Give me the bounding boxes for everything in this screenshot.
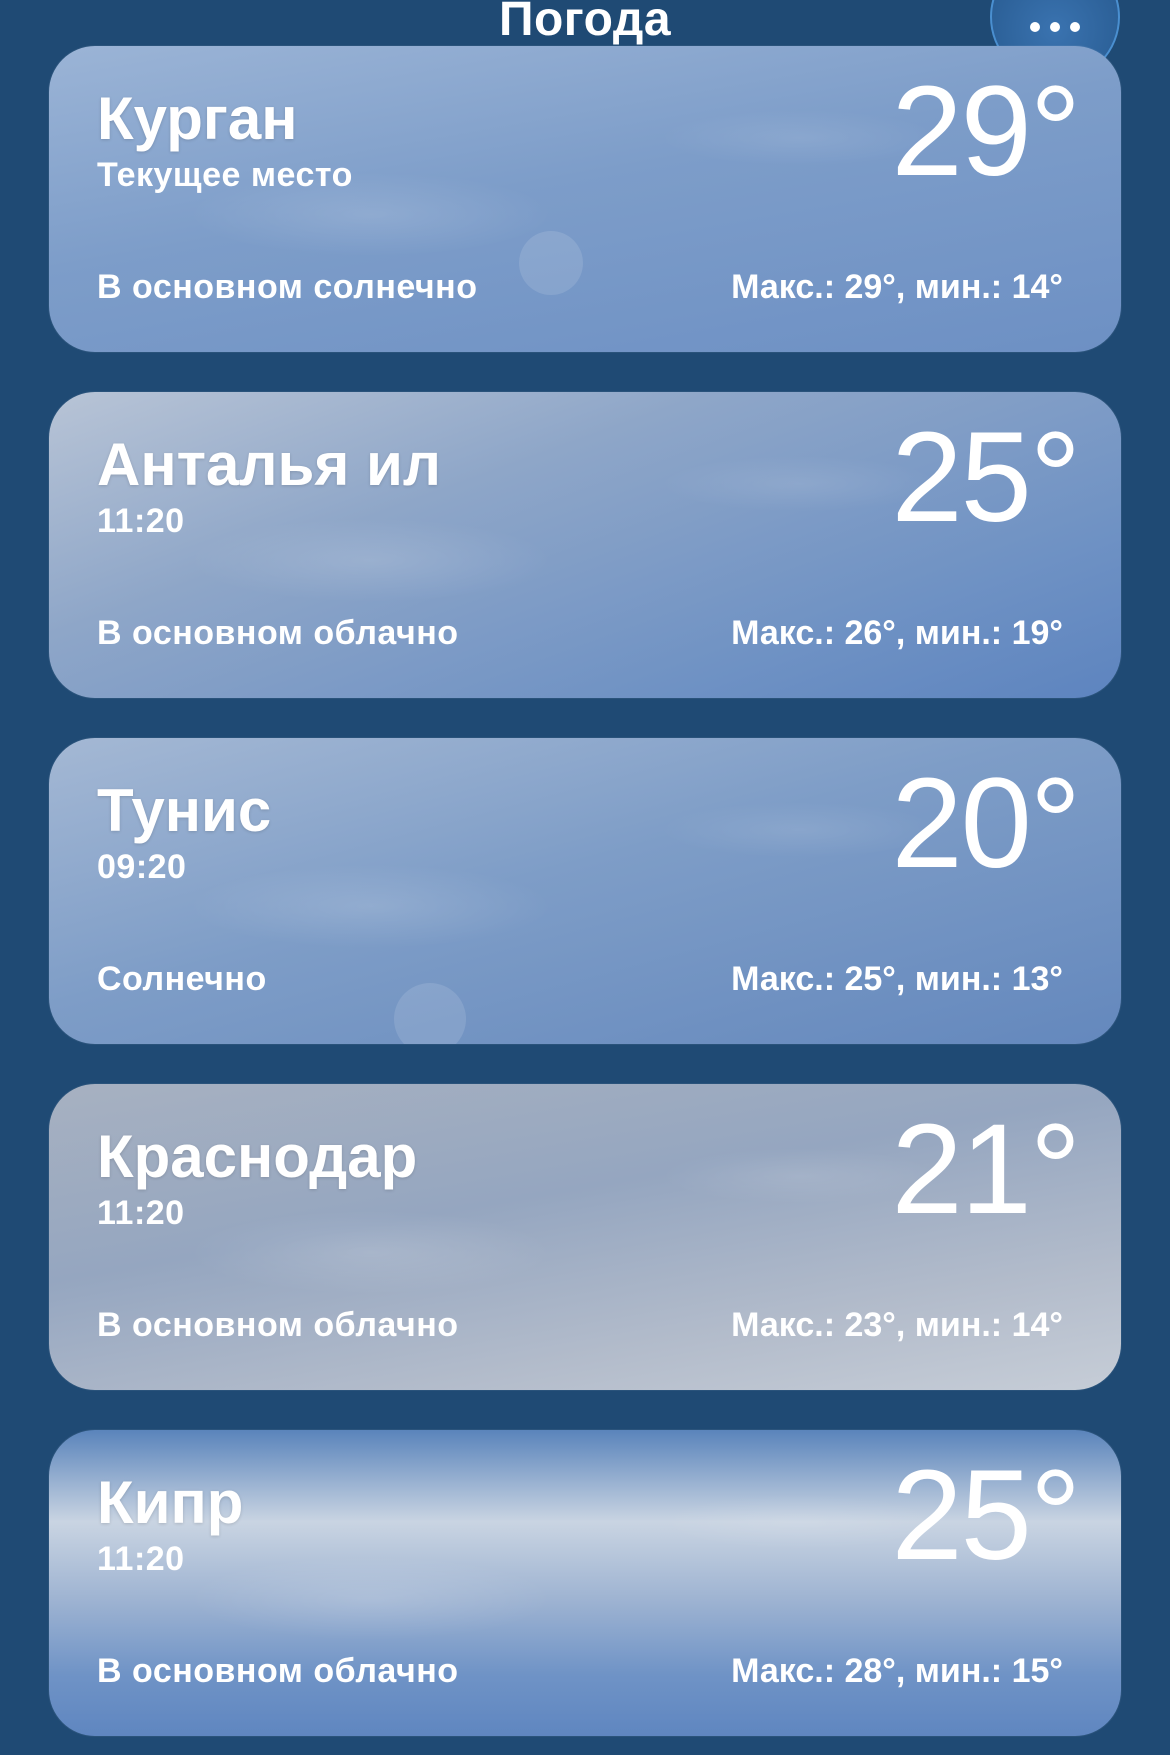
- weather-condition: В основном облачно: [97, 1652, 459, 1690]
- city-name: Курган: [97, 85, 298, 152]
- location-time: 11:20: [97, 1194, 185, 1232]
- current-temperature: 20°: [891, 752, 1081, 895]
- location-card-cyprus[interactable]: Кипр 11:20 25° В основном облачно Макс.:…: [49, 1430, 1121, 1736]
- temperature-range: Макс.: 29°, мин.: 14°: [731, 268, 1063, 306]
- temperature-range: Макс.: 25°, мин.: 13°: [731, 960, 1063, 998]
- location-card-krasnodar[interactable]: Краснодар 11:20 21° В основном облачно М…: [49, 1084, 1121, 1390]
- current-temperature: 29°: [891, 60, 1081, 203]
- city-name: Анталья ил: [97, 431, 442, 498]
- current-temperature: 21°: [891, 1098, 1081, 1241]
- temperature-range: Макс.: 23°, мин.: 14°: [731, 1306, 1063, 1344]
- ellipsis-icon: [1030, 22, 1080, 32]
- current-temperature: 25°: [891, 406, 1081, 549]
- location-card-tunis[interactable]: Тунис 09:20 20° Солнечно Макс.: 25°, мин…: [49, 738, 1121, 1044]
- weather-condition: Солнечно: [97, 960, 267, 998]
- weather-condition: В основном облачно: [97, 1306, 459, 1344]
- city-name: Кипр: [97, 1469, 244, 1536]
- nav-header: Погода: [0, 0, 1170, 82]
- location-subtitle: Текущее место: [97, 156, 353, 194]
- city-name: Краснодар: [97, 1123, 418, 1190]
- current-temperature: 25°: [891, 1444, 1081, 1587]
- temperature-range: Макс.: 28°, мин.: 15°: [731, 1652, 1063, 1690]
- lens-flare: [519, 231, 583, 295]
- location-time: 09:20: [97, 848, 187, 886]
- weather-condition: В основном облачно: [97, 614, 459, 652]
- weather-condition: В основном солнечно: [97, 268, 478, 306]
- city-name: Тунис: [97, 777, 272, 844]
- location-card-kurgan[interactable]: Курган Текущее место 29° В основном солн…: [49, 46, 1121, 352]
- location-time: 11:20: [97, 502, 185, 540]
- temperature-range: Макс.: 26°, мин.: 19°: [731, 614, 1063, 652]
- location-card-antalya[interactable]: Анталья ил 11:20 25° В основном облачно …: [49, 392, 1121, 698]
- location-time: 11:20: [97, 1540, 185, 1578]
